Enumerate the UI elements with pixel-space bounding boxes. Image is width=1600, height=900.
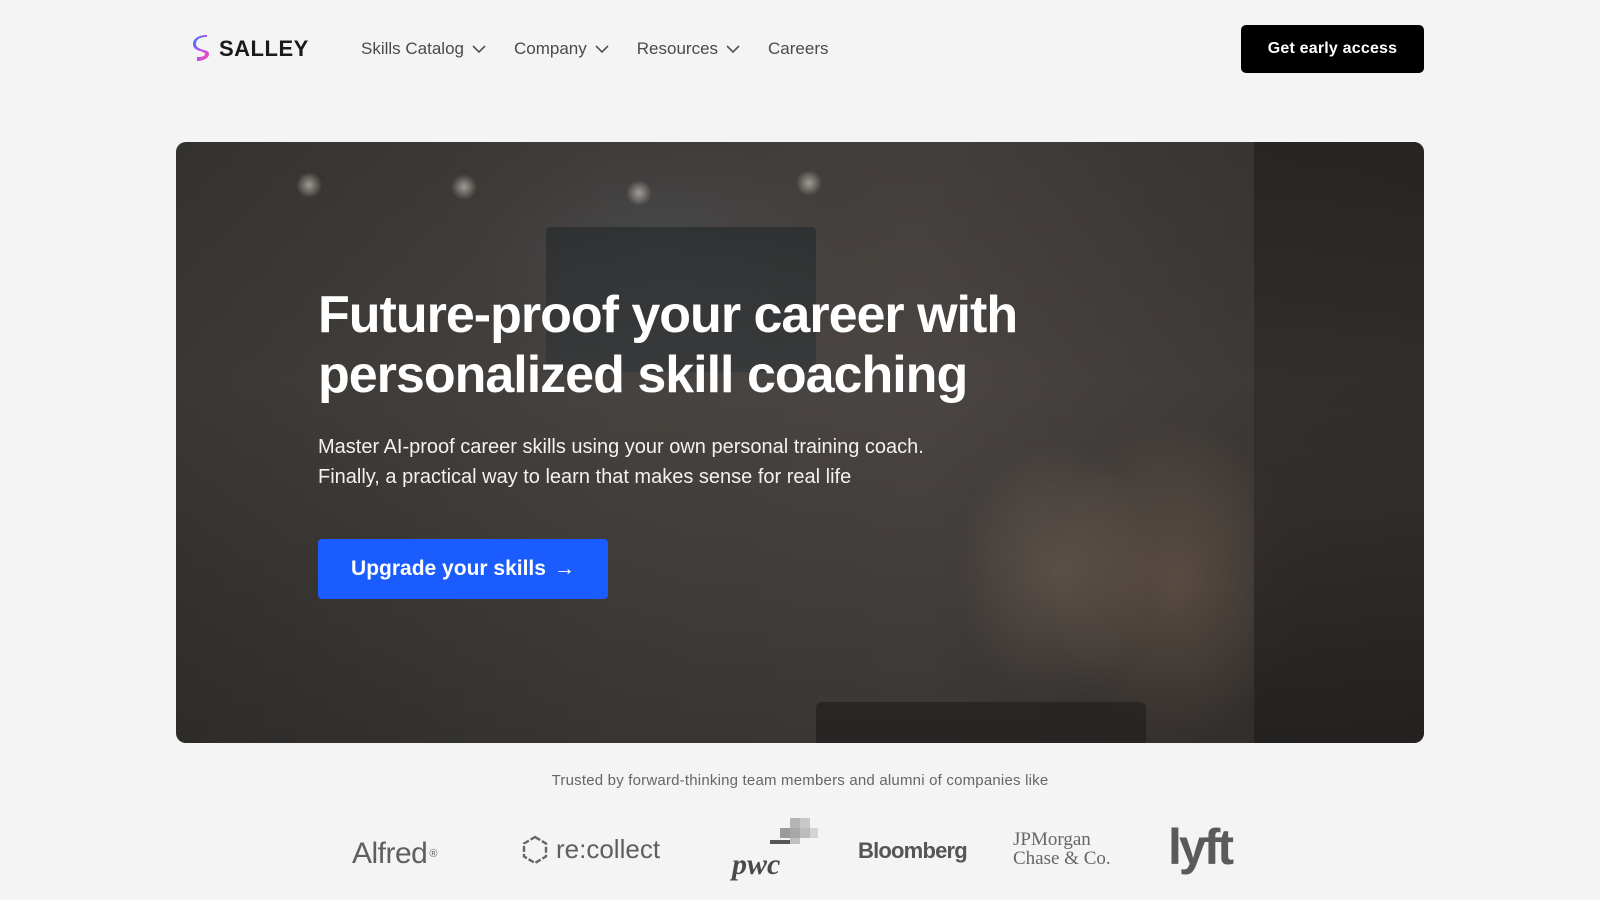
nav-resources[interactable]: Resources (637, 39, 740, 59)
nav-skills-catalog[interactable]: Skills Catalog (361, 39, 486, 59)
hero-banner: Future-proof your career with personaliz… (176, 142, 1424, 743)
nav-careers[interactable]: Careers (768, 39, 828, 59)
registered-mark: ® (429, 848, 437, 860)
pwc-blocks-icon (770, 818, 818, 844)
upgrade-your-skills-button[interactable]: Upgrade your skills → (318, 539, 608, 599)
trusted-by-text: Trusted by forward-thinking team members… (551, 772, 1049, 789)
nav-label: Company (514, 39, 587, 58)
alfred-wordmark: Alfred (352, 837, 428, 870)
recollect-logo: re:collect (520, 834, 660, 865)
pwc-wordmark: pwc (732, 848, 781, 881)
hero-title: Future-proof your career with personaliz… (318, 285, 1078, 405)
alfred-logo: Alfred ® (352, 837, 437, 871)
company-logos: Alfred ® re:collect pwc Bloomberg JPMorga… (0, 810, 1600, 890)
arrow-right-icon: → (553, 557, 575, 580)
get-early-access-button[interactable]: Get early access (1241, 25, 1424, 73)
chevron-down-icon (472, 44, 486, 53)
chevron-down-icon (726, 44, 740, 53)
nav-label: Skills Catalog (361, 39, 464, 58)
jpmorgan-logo: JPMorgan Chase & Co. (1013, 830, 1111, 868)
pwc-logo: pwc (730, 816, 820, 884)
logo-text: SALLEY (219, 36, 309, 61)
jpm-line-1: JPMorgan (1013, 829, 1091, 850)
recollect-wordmark: re:collect (556, 834, 661, 864)
site-header: SALLEY Skills Catalog Company Resources … (0, 0, 1600, 98)
hero-title-line-2: personalized skill coaching (318, 346, 968, 404)
nav-label: Resources (636, 39, 719, 58)
hero-title-line-1: Future-proof your career with (318, 286, 1018, 344)
lyft-logo: lyft (1168, 819, 1234, 875)
hero-subtitle-line-2: Finally, a practical way to learn that m… (318, 466, 852, 488)
nav-label: Careers (768, 39, 829, 58)
chevron-down-icon (595, 44, 609, 53)
hero-subtitle-line-1: Master AI-proof career skills using your… (318, 436, 924, 458)
bloomberg-logo: Bloomberg (858, 838, 968, 863)
hero-cta-label: Upgrade your skills (351, 557, 546, 580)
jpm-line-2: Chase & Co. (1013, 848, 1111, 869)
recollect-hexagon-icon (522, 835, 548, 864)
salley-logo[interactable]: SALLEY (193, 33, 309, 65)
hero-subtitle: Master AI-proof career skills using your… (318, 432, 1018, 492)
main-nav: Skills Catalog Company Resources Careers (361, 36, 857, 62)
salley-s-logo-icon (193, 35, 209, 61)
nav-company[interactable]: Company (514, 39, 609, 59)
